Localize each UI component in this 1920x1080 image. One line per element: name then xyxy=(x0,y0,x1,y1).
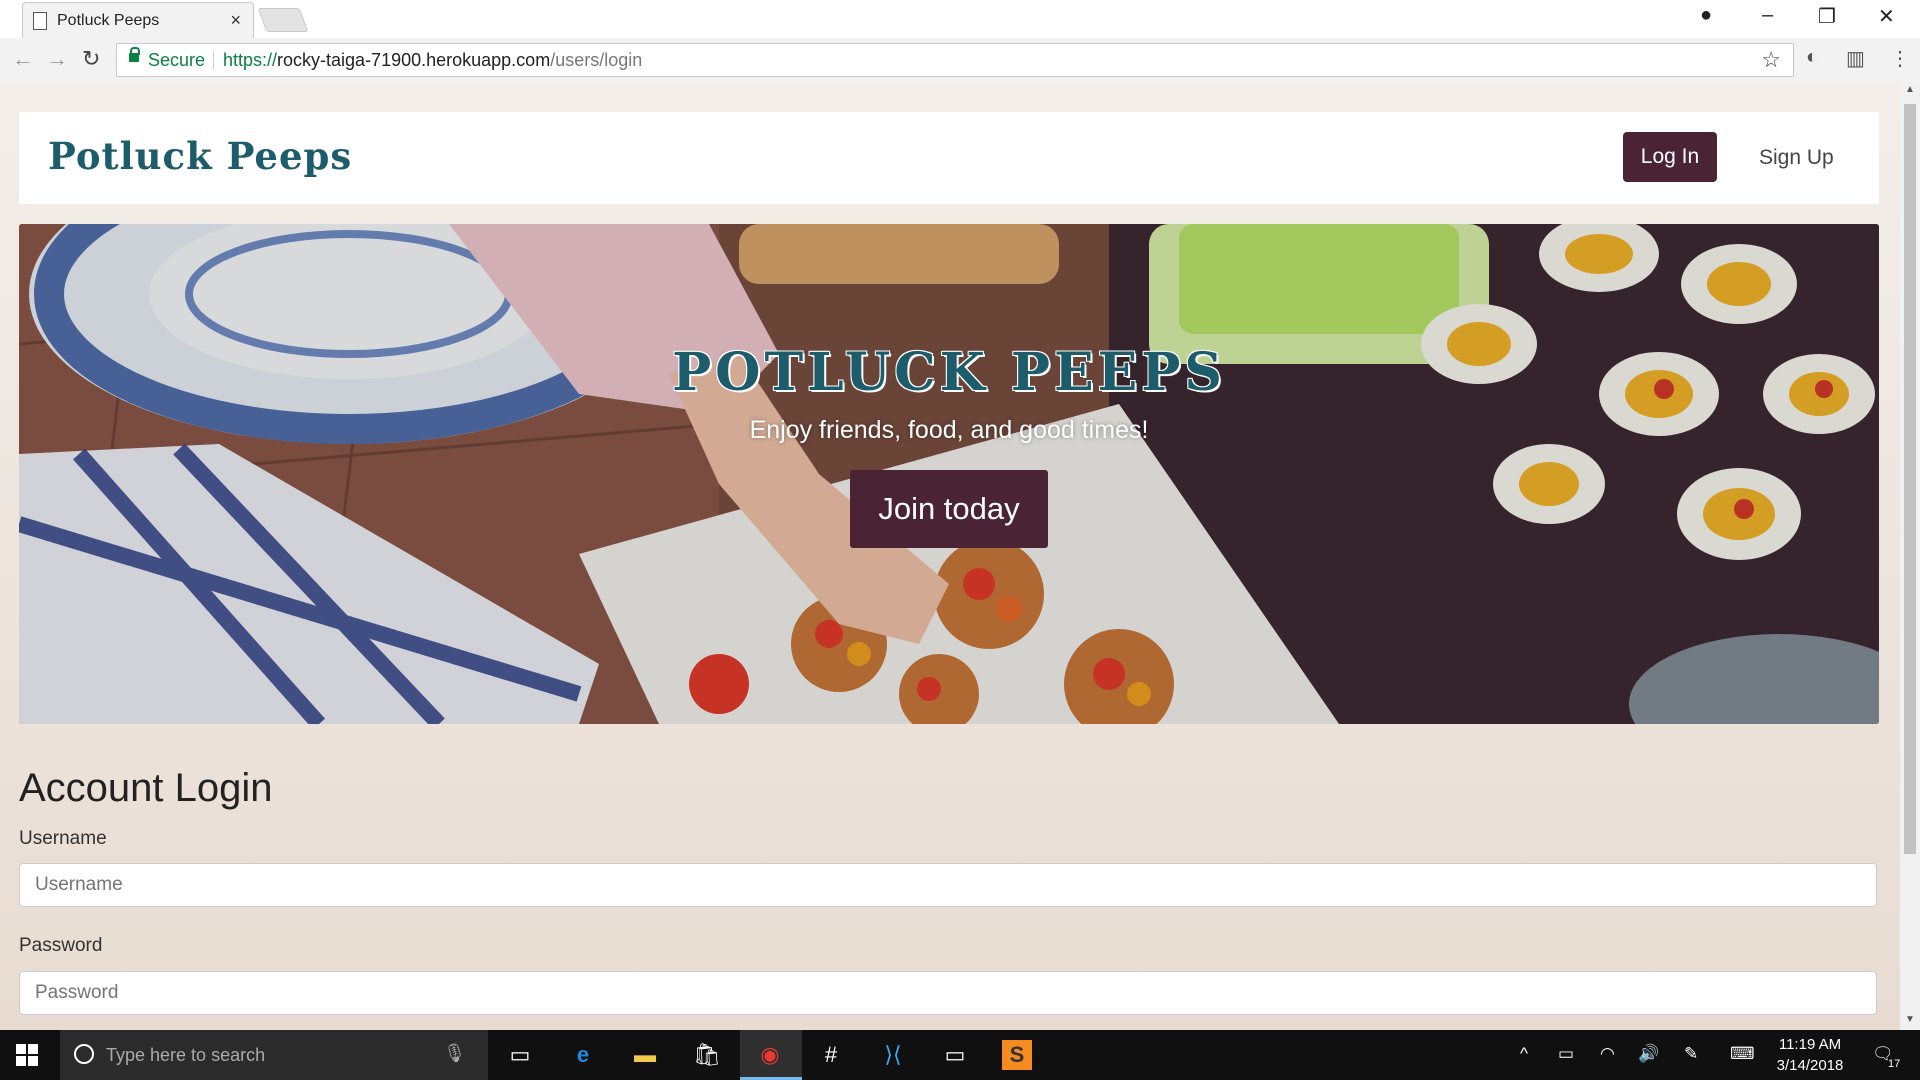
taskbar-search[interactable]: Type here to search 🎙 xyxy=(60,1030,488,1080)
page-scrollbar[interactable]: ▲ ▼ xyxy=(1900,82,1920,1030)
reader-icon[interactable]: ▥ xyxy=(1846,46,1865,71)
minimize-icon[interactable]: – xyxy=(1762,4,1773,27)
brand-logo[interactable]: Potluck Peeps xyxy=(48,134,352,178)
battery-icon[interactable]: ▭ xyxy=(1558,1044,1574,1064)
menu-dots-icon[interactable]: ⋮ xyxy=(1890,46,1910,71)
password-input[interactable] xyxy=(19,971,1877,1015)
address-bar[interactable]: Secure https://rocky-taiga-71900.herokua… xyxy=(116,43,1794,77)
reload-icon[interactable]: ↻ xyxy=(82,46,100,72)
page-viewport: Potluck Peeps Log In Sign Up POTLUCK PEE… xyxy=(0,82,1900,1030)
scrollbar-thumb[interactable] xyxy=(1904,104,1916,854)
hero-banner: POTLUCK PEEPS Enjoy friends, food, and g… xyxy=(19,224,1879,724)
volume-icon[interactable]: 🔊 xyxy=(1638,1044,1659,1064)
keyboard-icon[interactable]: ⌨ xyxy=(1730,1044,1755,1064)
hero-title: POTLUCK PEEPS xyxy=(672,342,1226,403)
slack-icon[interactable]: # xyxy=(816,1040,846,1070)
terminal-icon[interactable]: ▭ xyxy=(940,1040,970,1070)
notification-count: 17 xyxy=(1888,1058,1901,1070)
hero-subtitle: Enjoy friends, food, and good times! xyxy=(749,416,1149,444)
tab-close-icon[interactable]: × xyxy=(230,10,241,31)
edge-icon[interactable]: e xyxy=(568,1040,598,1070)
tab-potluck-peeps[interactable]: Potluck Peeps × xyxy=(22,2,254,39)
username-input[interactable] xyxy=(19,863,1877,907)
clock-date: 3/14/2018 xyxy=(1776,1057,1844,1074)
cortana-icon xyxy=(74,1044,94,1064)
url-scheme: https:// xyxy=(223,50,278,70)
tray-chevron-icon[interactable]: ^ xyxy=(1520,1044,1528,1064)
microphone-icon[interactable]: 🎙 xyxy=(443,1043,466,1064)
url-path: /users/login xyxy=(550,50,643,70)
windows-start-icon[interactable] xyxy=(16,1044,38,1066)
divider xyxy=(213,51,214,69)
extension-icon[interactable]: ◐ xyxy=(1806,46,1818,69)
secure-label: Secure xyxy=(148,50,206,70)
scroll-down-icon[interactable]: ▼ xyxy=(1905,1014,1915,1025)
chrome-icon[interactable]: ◉ xyxy=(755,1040,785,1070)
join-today-button[interactable]: Join today xyxy=(850,470,1048,548)
close-window-icon[interactable]: ✕ xyxy=(1878,4,1895,29)
signup-link[interactable]: Sign Up xyxy=(1759,146,1834,170)
clock-time: 11:19 AM xyxy=(1778,1036,1842,1053)
password-label: Password xyxy=(19,935,103,956)
url-host: rocky-taiga-71900.herokuapp.com xyxy=(277,50,551,70)
profile-icon[interactable]: ● xyxy=(1700,4,1712,27)
search-placeholder: Type here to search xyxy=(106,1045,266,1065)
username-label: Username xyxy=(19,828,107,849)
back-icon[interactable]: ← xyxy=(12,46,34,72)
store-icon[interactable]: 🛍 xyxy=(692,1040,722,1070)
vscode-icon[interactable]: ⟩⟨ xyxy=(878,1040,908,1070)
browser-chrome: Potluck Peeps × ● – ❐ ✕ ← → ↻ Secure htt… xyxy=(0,0,1920,83)
file-explorer-icon[interactable]: ▬ xyxy=(630,1040,660,1070)
tab-title: Potluck Peeps xyxy=(57,12,160,29)
site-navbar: Potluck Peeps Log In Sign Up xyxy=(19,112,1879,204)
new-tab-button[interactable] xyxy=(257,8,309,32)
toolbar: ← → ↻ Secure https://rocky-taiga-71900.h… xyxy=(0,38,1920,82)
windows-taskbar: Type here to search 🎙 ▭ e ▬ 🛍 ◉ # ⟩⟨ ▭ S… xyxy=(0,1030,1920,1080)
pen-icon[interactable]: ✎ xyxy=(1684,1044,1698,1064)
task-view-icon[interactable]: ▭ xyxy=(505,1040,535,1070)
page-title: Account Login xyxy=(19,766,273,810)
scroll-up-icon[interactable]: ▲ xyxy=(1905,84,1915,95)
tab-strip: Potluck Peeps × ● – ❐ ✕ xyxy=(0,0,1920,39)
sublime-icon[interactable]: S xyxy=(1002,1040,1032,1070)
forward-icon[interactable]: → xyxy=(46,46,68,72)
restore-icon[interactable]: ❐ xyxy=(1818,4,1836,29)
bookmark-star-icon[interactable]: ☆ xyxy=(1761,47,1781,73)
page-icon xyxy=(33,12,47,30)
lock-icon xyxy=(129,47,140,62)
system-clock[interactable]: 11:19 AM 3/14/2018 xyxy=(1770,1034,1850,1076)
url-text[interactable]: https://rocky-taiga-71900.herokuapp.com/… xyxy=(223,50,642,71)
login-button[interactable]: Log In xyxy=(1623,132,1717,182)
wifi-icon[interactable]: ◠ xyxy=(1600,1044,1615,1064)
